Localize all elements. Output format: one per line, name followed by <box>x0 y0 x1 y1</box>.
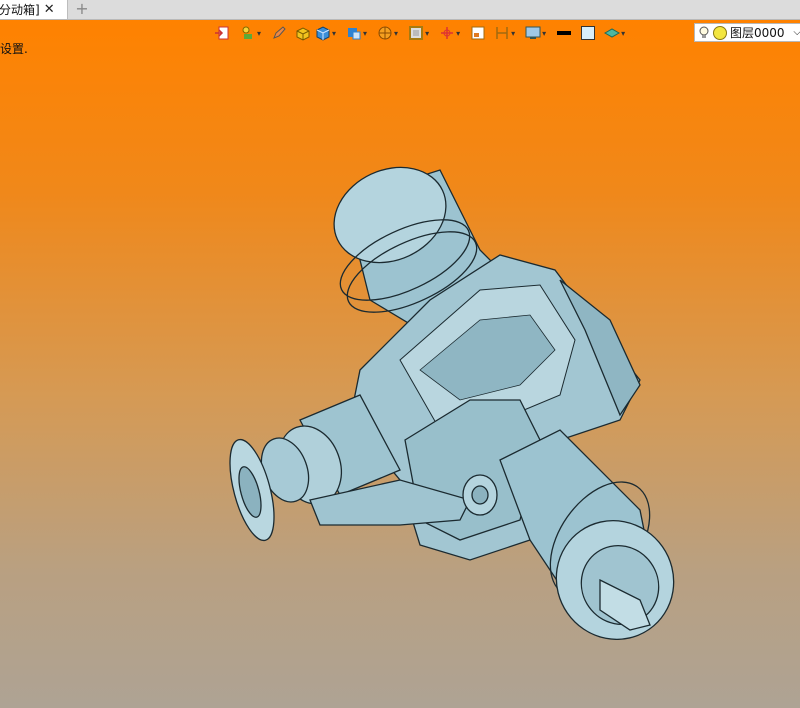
line-color-button[interactable] <box>554 22 574 44</box>
exit-sketch-icon <box>215 26 229 40</box>
chevron-down-icon: ▾ <box>456 28 461 38</box>
fill-color-icon <box>581 26 596 40</box>
chevron-down-icon: ▾ <box>257 28 262 38</box>
chevron-down-icon: ▾ <box>511 28 516 38</box>
lightbulb-icon <box>699 26 709 38</box>
chevron-down-icon: ⌵ <box>793 27 800 38</box>
screen-icon <box>525 26 541 39</box>
triad-icon <box>441 27 454 39</box>
view-orientation-button[interactable]: ▾ <box>344 22 369 44</box>
box-button[interactable] <box>293 22 313 44</box>
section-icon <box>471 26 485 40</box>
layer-select[interactable]: 图层0000 ⌵ <box>694 23 800 42</box>
display-style-icon <box>409 26 424 40</box>
chevron-down-icon: ▾ <box>425 28 430 38</box>
dimension-button[interactable]: ▾ <box>492 22 517 44</box>
transfer-case-model[interactable] <box>220 160 690 640</box>
render-mode-button[interactable]: ▾ <box>375 22 400 44</box>
pencil-button[interactable] <box>269 22 289 44</box>
line-color-icon <box>557 31 572 35</box>
chevron-down-icon: ▾ <box>363 28 368 38</box>
status-text: 设置. <box>0 42 28 56</box>
layer-name: 图层0000 <box>730 26 785 40</box>
document-tab[interactable]: 分动箱] ✕ <box>0 0 68 19</box>
layer-color-icon <box>713 25 727 40</box>
chevron-down-icon: ▾ <box>332 28 337 38</box>
dimension-icon <box>496 27 508 39</box>
box-yellow-icon <box>296 27 310 41</box>
exit-sketch-button[interactable] <box>212 22 232 44</box>
cube-blue-icon <box>316 26 330 41</box>
cube-button[interactable]: ▾ <box>313 22 338 44</box>
pencil-icon <box>273 26 286 39</box>
chevron-down-icon: ▾ <box>394 28 399 38</box>
new-tab-button[interactable]: + <box>74 0 90 19</box>
tab-bar: 分动箱] ✕ + <box>0 0 800 20</box>
layer-stack-button[interactable]: ▾ <box>602 22 627 44</box>
view-toolbar: ▾ ▾ ▾ ▾ ▾ ▾ ▾ ▾ ▾ <box>212 22 627 44</box>
tab-title: 分动箱] <box>0 3 40 17</box>
chevron-down-icon: ▾ <box>621 28 626 38</box>
render-mode-icon <box>378 26 392 40</box>
screen-button[interactable]: ▾ <box>523 22 548 44</box>
close-icon[interactable]: ✕ <box>44 3 55 16</box>
display-style-button[interactable]: ▾ <box>406 22 431 44</box>
fill-color-button[interactable] <box>578 22 598 44</box>
sketch-tools-button[interactable]: ▾ <box>238 22 263 44</box>
triad-button[interactable]: ▾ <box>437 22 462 44</box>
chevron-down-icon: ▾ <box>542 28 547 38</box>
layer-stack-icon <box>604 28 621 38</box>
section-button[interactable] <box>468 22 488 44</box>
view-orientation-icon <box>348 28 361 40</box>
sketch-tools-icon <box>242 26 252 39</box>
